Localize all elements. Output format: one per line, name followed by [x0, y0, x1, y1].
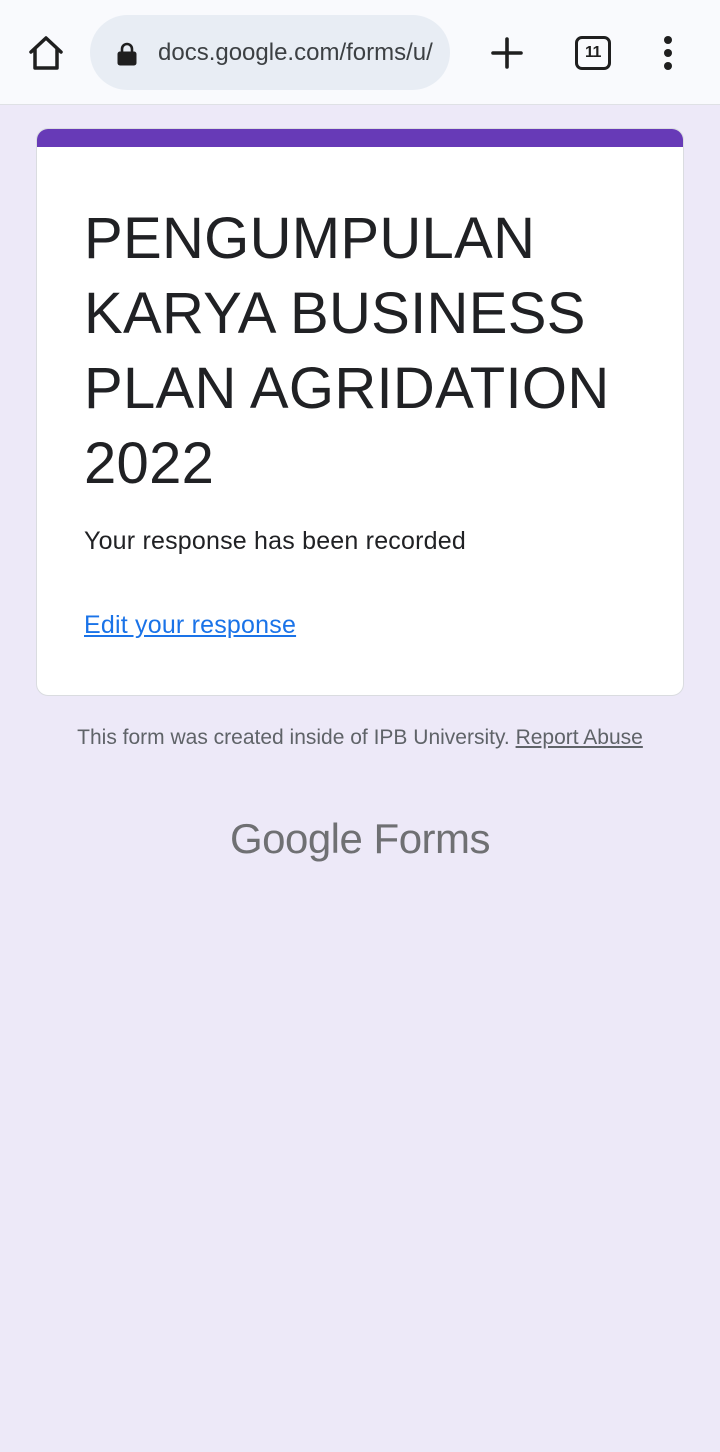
home-button[interactable] — [20, 28, 72, 78]
browser-toolbar: docs.google.com/forms/u/ 11 — [0, 0, 720, 105]
tabs-icon: 11 — [575, 36, 611, 70]
report-abuse-link[interactable]: Report Abuse — [516, 726, 643, 749]
logo-forms-text: Forms — [373, 815, 491, 862]
more-vert-icon — [664, 36, 672, 70]
logo-google-text: Google — [229, 815, 363, 862]
form-title: PENGUMPULAN KARYA BUSINESS PLAN AGRIDATI… — [84, 206, 610, 496]
plus-icon — [491, 37, 523, 69]
browser-menu-button[interactable] — [646, 26, 690, 80]
form-accent-bar — [37, 129, 683, 147]
tab-count: 11 — [585, 44, 601, 61]
address-bar[interactable]: docs.google.com/forms/u/ — [90, 15, 450, 90]
home-icon — [29, 36, 63, 70]
response-card: PENGUMPULAN KARYA BUSINESS PLAN AGRIDATI… — [36, 128, 684, 696]
new-tab-button[interactable] — [480, 26, 534, 80]
footer-note: This form was created inside of IPB Univ… — [60, 725, 660, 751]
footer-created-text: This form was created inside of IPB Univ… — [77, 726, 510, 749]
url-text: docs.google.com/forms/u/ — [158, 39, 433, 66]
lock-icon — [117, 42, 137, 66]
confirmation-message: Your response has been recorded — [84, 527, 466, 555]
edit-response-link[interactable]: Edit your response — [84, 611, 296, 640]
tab-switcher-button[interactable]: 11 — [566, 26, 620, 80]
google-forms-logo: Google Forms — [0, 815, 720, 863]
